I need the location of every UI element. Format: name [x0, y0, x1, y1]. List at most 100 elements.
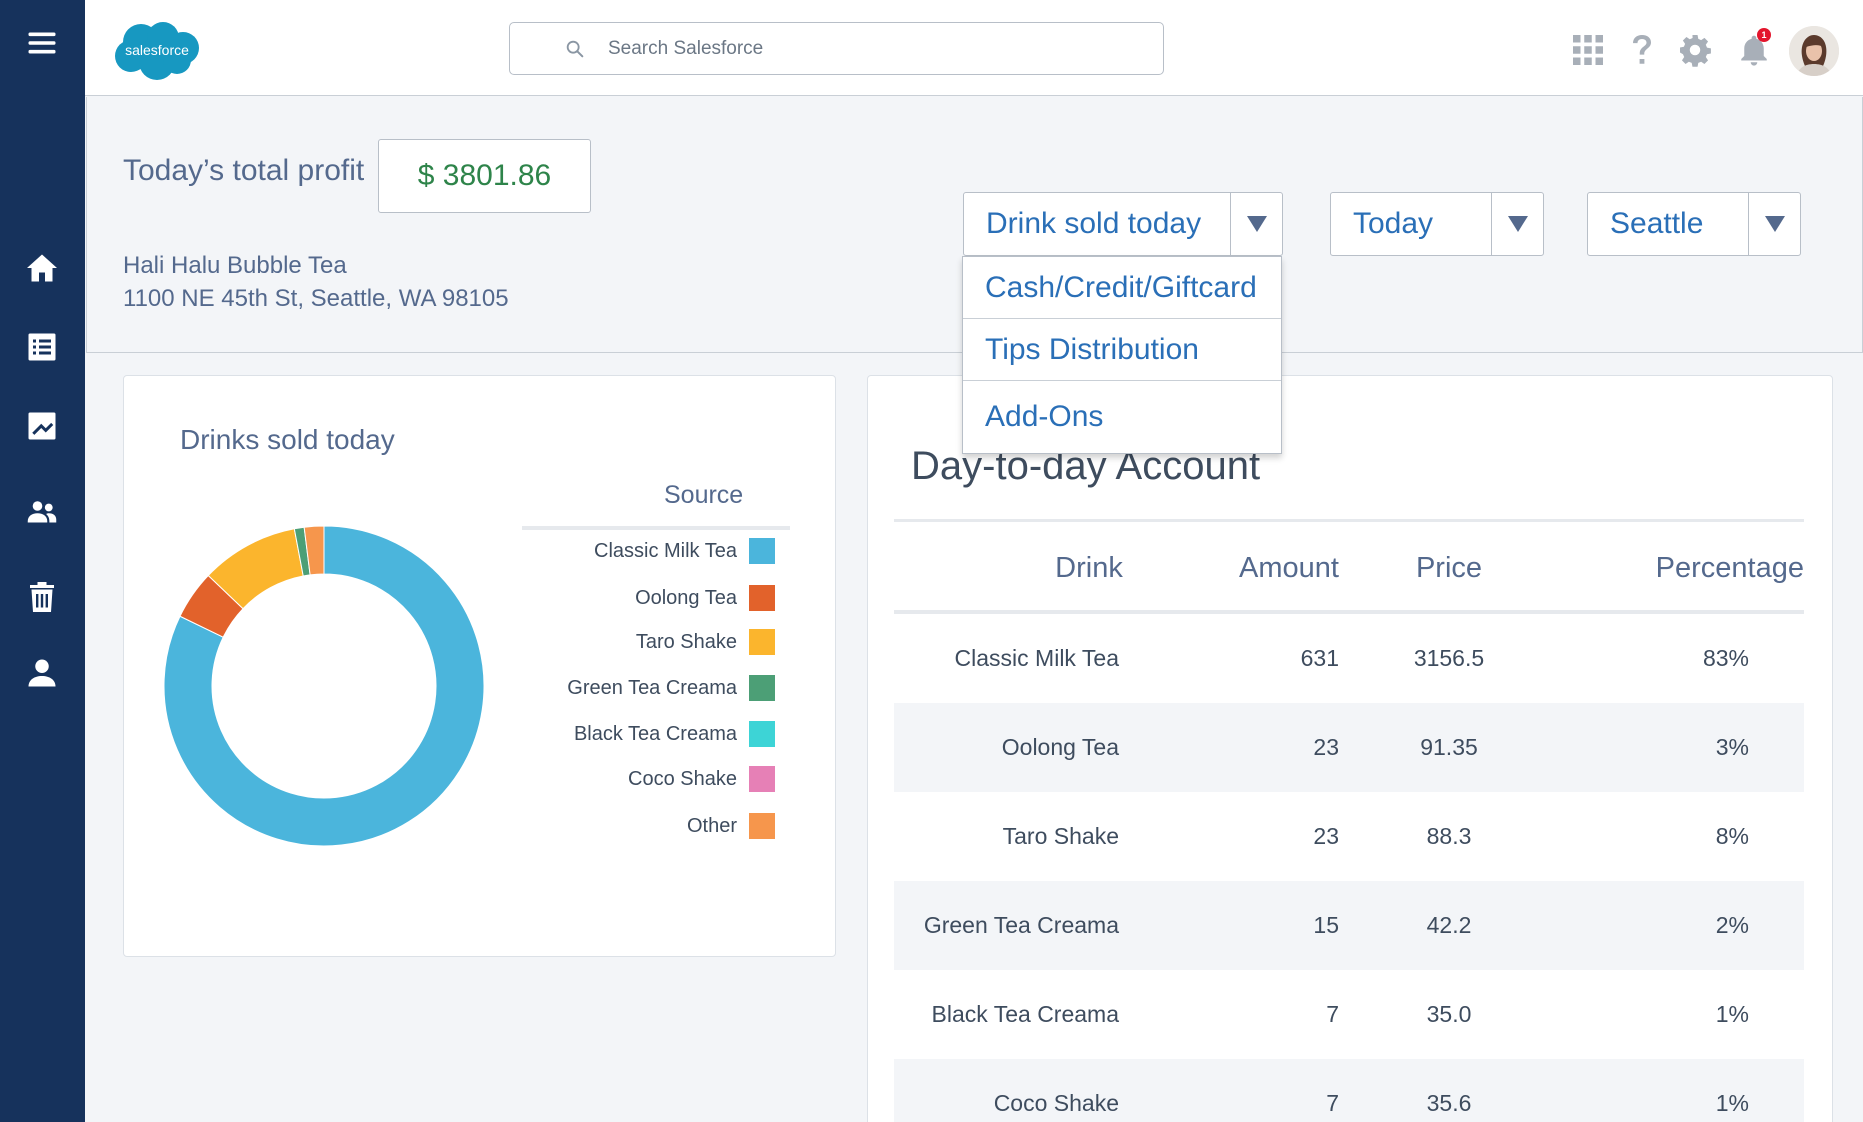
legend-label: Green Tea Creama [567, 676, 737, 699]
location-select-value: Seattle [1610, 207, 1704, 240]
table-header: Drink Amount Price Percentage [894, 526, 1804, 614]
triangle-down-icon [1246, 216, 1267, 232]
legend-item[interactable]: Classic Milk Tea [594, 538, 775, 564]
help-icon[interactable] [1622, 30, 1662, 70]
location-select[interactable]: Seattle [1587, 192, 1801, 256]
menu-icon[interactable] [20, 21, 64, 65]
user-icon[interactable] [20, 651, 64, 695]
legend-label: Oolong Tea [635, 586, 737, 609]
svg-text:salesforce: salesforce [125, 42, 189, 58]
cell-drink: Oolong Tea [1001, 734, 1119, 760]
column-header-amount[interactable]: Amount [1194, 552, 1339, 585]
cell-price: 35.0 [1426, 1001, 1472, 1027]
legend-divider [522, 526, 790, 530]
column-header-percentage[interactable]: Percentage [1509, 552, 1804, 585]
cell-percentage: 8% [1715, 823, 1749, 849]
cell-drink: Green Tea Creama [923, 912, 1119, 938]
cell-percentage: 83% [1702, 645, 1749, 671]
cell-percentage: 1% [1715, 1001, 1749, 1027]
report-select[interactable]: Drink sold today [963, 192, 1283, 256]
cell-percentage: 1% [1715, 1090, 1749, 1116]
total-profit-value: $ 3801.86 [378, 139, 591, 213]
period-select[interactable]: Today [1330, 192, 1544, 256]
cell-price: 35.6 [1426, 1090, 1472, 1116]
legend-swatch [749, 766, 775, 792]
trash-icon[interactable] [20, 575, 64, 619]
settings-gear-icon[interactable] [1675, 30, 1715, 70]
table-row[interactable]: Coco Shake 7 35.6 1% [894, 1059, 1804, 1122]
legend-label: Taro Shake [635, 630, 737, 653]
search-input[interactable] [608, 37, 1128, 60]
legend-swatch [749, 675, 775, 701]
cell-drink: Black Tea Creama [931, 1001, 1120, 1027]
donut-chart [164, 526, 484, 846]
salesforce-logo[interactable]: salesforce [111, 18, 203, 82]
cell-amount: 7 [1326, 1090, 1339, 1116]
people-icon[interactable] [20, 490, 64, 534]
search-bar[interactable] [509, 22, 1164, 75]
notifications-bell-icon[interactable]: 1 [1734, 28, 1774, 70]
column-header-price[interactable]: Price [1339, 552, 1509, 585]
location-select-arrow[interactable] [1748, 193, 1800, 255]
total-profit-label: Today’s total profit [123, 154, 365, 187]
table-row[interactable]: Taro Shake 23 88.3 8% [894, 792, 1804, 881]
legend-item[interactable]: Coco Shake [628, 766, 775, 792]
legend-item[interactable]: Taro Shake [636, 629, 775, 655]
notification-badge: 1 [1757, 28, 1771, 42]
legend-label: Coco Shake [628, 767, 737, 790]
cell-amount: 7 [1326, 1001, 1339, 1027]
user-avatar[interactable] [1789, 26, 1839, 76]
legend-swatch [749, 538, 775, 564]
sidebar [0, 0, 85, 1122]
triangle-down-icon [1764, 216, 1785, 232]
legend-item[interactable]: Other [687, 813, 775, 839]
column-header-drink[interactable]: Drink [894, 552, 1194, 585]
cell-price: 42.2 [1426, 912, 1472, 938]
table-row[interactable]: Oolong Tea 23 91.35 3% [894, 703, 1804, 792]
drinks-chart-card: Drinks sold today Source Classic Milk Te… [123, 375, 836, 957]
table-row[interactable]: Classic Milk Tea 631 3156.5 83% [894, 614, 1804, 703]
period-select-value: Today [1353, 207, 1434, 240]
cell-price: 88.3 [1426, 823, 1472, 849]
account-divider [894, 519, 1804, 522]
cell-price: 3156.5 [1413, 645, 1485, 671]
legend-swatch [749, 813, 775, 839]
legend-item[interactable]: Black Tea Creama [574, 721, 775, 747]
chart-icon[interactable] [20, 404, 64, 448]
home-icon[interactable] [20, 246, 64, 290]
legend-item[interactable]: Oolong Tea [635, 585, 775, 611]
table-row[interactable]: Black Tea Creama 7 35.0 1% [894, 970, 1804, 1059]
cell-drink: Classic Milk Tea [954, 645, 1119, 671]
menu-item-add-ons[interactable]: Add-Ons [963, 381, 1281, 453]
legend-swatch [749, 721, 775, 747]
cell-amount: 23 [1313, 734, 1339, 760]
report-select-arrow[interactable] [1230, 193, 1282, 255]
legend-swatch [749, 629, 775, 655]
account-card: Day-to-day Account Drink Amount Price Pe… [867, 375, 1833, 1122]
table-row[interactable]: Green Tea Creama 15 42.2 2% [894, 881, 1804, 970]
cell-percentage: 2% [1715, 912, 1749, 938]
store-name: Hali Halu Bubble Tea [123, 252, 347, 279]
menu-item-cash-credit-giftcard[interactable]: Cash/Credit/Giftcard [963, 257, 1281, 319]
legend-label: Black Tea Creama [573, 722, 737, 745]
report-select-value: Drink sold today [986, 207, 1202, 240]
cell-amount: 23 [1313, 823, 1339, 849]
list-icon[interactable] [20, 325, 64, 369]
account-table: Drink Amount Price Percentage Classic Mi… [894, 526, 1804, 1122]
cell-drink: Taro Shake [1002, 823, 1119, 849]
menu-item-tips-distribution[interactable]: Tips Distribution [963, 319, 1281, 381]
chart-title: Drinks sold today [180, 424, 395, 455]
top-bar: salesforce 1 [85, 0, 1863, 96]
period-select-arrow[interactable] [1491, 193, 1543, 255]
legend-item[interactable]: Green Tea Creama [567, 675, 775, 701]
triangle-down-icon [1507, 216, 1528, 232]
cell-amount: 631 [1300, 645, 1339, 671]
cell-price: 91.35 [1420, 734, 1478, 760]
store-address: 1100 NE 45th St, Seattle, WA 98105 [123, 285, 509, 312]
legend-label: Other [686, 814, 737, 837]
report-dropdown-menu: Cash/Credit/Giftcard Tips Distribution A… [962, 256, 1282, 454]
app-launcher-icon[interactable] [1568, 30, 1608, 70]
search-icon [566, 40, 584, 57]
legend-swatch [749, 585, 775, 611]
cell-percentage: 3% [1715, 734, 1749, 760]
